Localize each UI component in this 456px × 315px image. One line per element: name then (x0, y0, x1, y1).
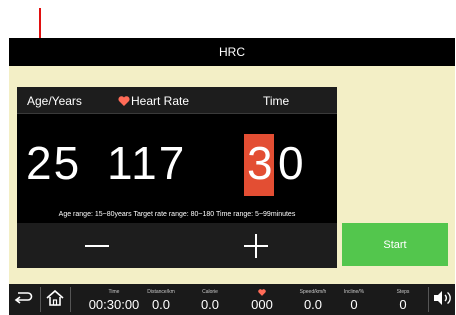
minus-button[interactable] (75, 231, 119, 261)
heart-rate-value[interactable]: 117 (107, 140, 186, 186)
plus-button[interactable] (234, 231, 278, 261)
status-divider (40, 287, 41, 312)
time-stat-value: 00:30:00 (88, 297, 140, 312)
plus-icon (244, 234, 268, 258)
time-stat-label: Time (108, 289, 120, 295)
incline-stat-value: 0 (350, 297, 358, 312)
incline-stat-label: Incline/% (343, 289, 365, 295)
age-label: Age/Years (27, 94, 82, 108)
distance-stat-label: Distance/km (147, 289, 175, 295)
heart-stat-value: 000 (251, 297, 273, 312)
heart-icon (118, 96, 130, 106)
heart-stat-icon (258, 289, 266, 296)
back-icon[interactable] (13, 289, 33, 307)
status-divider (70, 287, 71, 312)
time-value-ones[interactable]: 0 (278, 140, 306, 186)
start-label: Start (383, 238, 407, 251)
time-value-tens[interactable]: 3 (247, 140, 275, 186)
time-label: Time (263, 94, 290, 108)
age-value[interactable]: 25 (26, 140, 81, 186)
start-button[interactable]: Start (342, 223, 448, 266)
home-icon[interactable] (45, 289, 65, 307)
status-divider (428, 287, 429, 312)
heart-rate-label: Heart Rate (131, 94, 190, 108)
steps-stat-value: 0 (399, 297, 407, 312)
range-note: Age range: 15~80years Target rate range:… (58, 211, 296, 218)
distance-stat-value: 0.0 (151, 297, 171, 312)
title-bar: HRC (9, 38, 455, 66)
steps-stat-label: Steps (396, 289, 410, 295)
calorie-stat-value: 0.0 (200, 297, 220, 312)
page-title: HRC (219, 45, 245, 59)
speed-stat-value: 0.0 (303, 297, 323, 312)
adjust-controls (17, 223, 337, 268)
calorie-stat-label: Calorie (202, 289, 218, 295)
speed-stat-label: Speed/km/h (299, 289, 327, 295)
minus-icon (85, 245, 109, 247)
volume-icon[interactable] (432, 289, 452, 307)
